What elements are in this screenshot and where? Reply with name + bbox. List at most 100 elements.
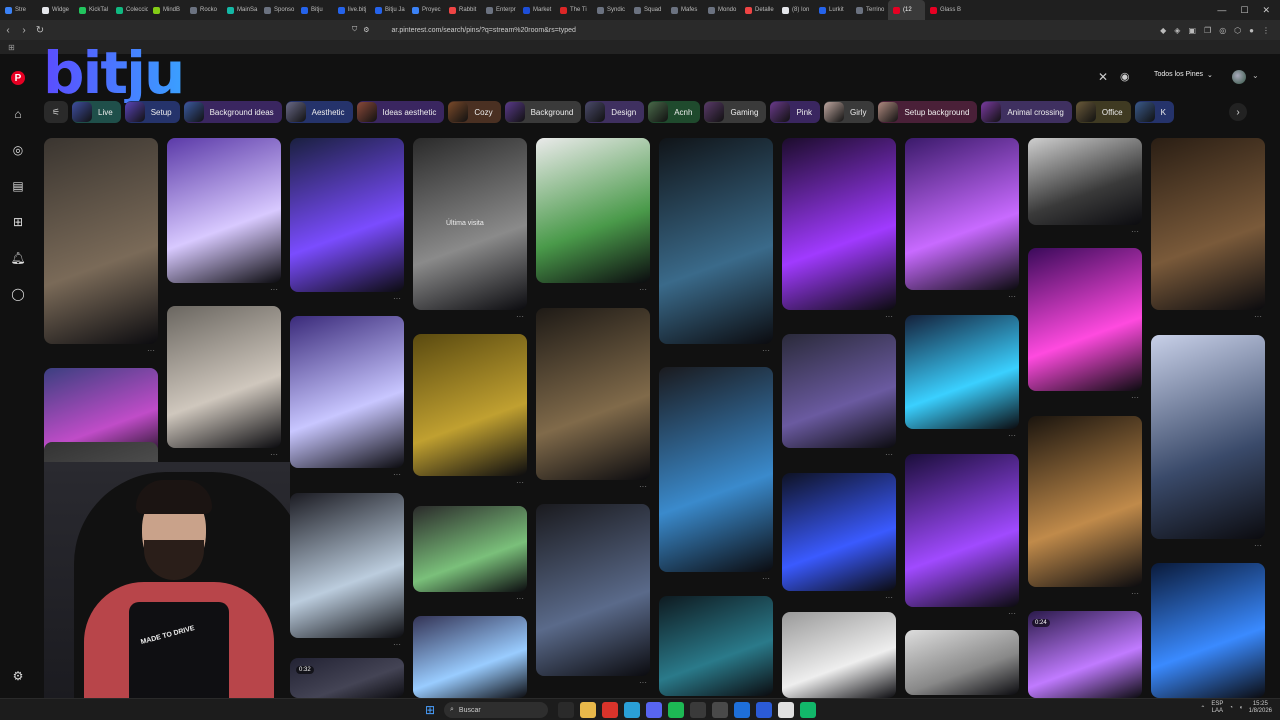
pin-more-icon[interactable]: ···: [1131, 227, 1139, 236]
extension-icon[interactable]: ◎: [1219, 26, 1226, 35]
browser-tab[interactable]: Sponso: [259, 0, 296, 20]
pin-image[interactable]: [167, 138, 281, 283]
guide-chip[interactable]: Background: [504, 101, 582, 123]
guide-chip[interactable]: Gaming: [704, 101, 767, 123]
pin-image[interactable]: [1028, 138, 1142, 225]
browser-tab[interactable]: Widge: [37, 0, 74, 20]
pin-more-icon[interactable]: ···: [639, 678, 647, 687]
app-icon[interactable]: [712, 702, 728, 718]
avatar[interactable]: [1232, 70, 1246, 84]
notifications-icon[interactable]: 🔔︎: [10, 250, 26, 266]
pin-image[interactable]: [290, 493, 404, 638]
filter-icon[interactable]: ⚟: [44, 101, 68, 123]
pin-image[interactable]: [659, 596, 773, 696]
pin-more-icon[interactable]: ···: [147, 346, 155, 355]
browser-tab[interactable]: Market: [518, 0, 555, 20]
site-info-icon[interactable]: ⚙: [363, 26, 369, 34]
pin-more-icon[interactable]: ···: [1131, 393, 1139, 402]
pin-image[interactable]: [413, 506, 527, 592]
browser-tab[interactable]: Terrino: [851, 0, 888, 20]
clear-search-icon[interactable]: ✕: [1098, 70, 1108, 84]
messages-icon[interactable]: ◯: [10, 286, 26, 302]
pin-image[interactable]: [905, 454, 1019, 607]
menu-icon[interactable]: ⋮: [1262, 26, 1270, 35]
browser-tab[interactable]: Mafes: [666, 0, 703, 20]
app-icon[interactable]: [756, 702, 772, 718]
extension-icon[interactable]: ◈: [1174, 26, 1180, 35]
guide-chip[interactable]: Ideas aesthetic: [356, 101, 445, 123]
pin-image[interactable]: [413, 334, 527, 476]
telegram-icon[interactable]: [624, 702, 640, 718]
guide-chip[interactable]: Setup background: [878, 101, 978, 123]
pin-more-icon[interactable]: ···: [639, 285, 647, 294]
reload-icon[interactable]: ↻: [32, 25, 48, 36]
app-icon[interactable]: [778, 702, 794, 718]
clock[interactable]: 15:25 1/8/2026: [1249, 701, 1272, 715]
pin-more-icon[interactable]: ···: [762, 574, 770, 583]
pin-more-icon[interactable]: ···: [270, 285, 278, 294]
account-chevron-icon[interactable]: ⌄: [1252, 71, 1259, 80]
pin-more-icon[interactable]: ···: [393, 294, 401, 303]
guide-chip[interactable]: Setup: [124, 101, 180, 123]
browser-tab[interactable]: live.bitj: [333, 0, 370, 20]
pin-more-icon[interactable]: ···: [885, 450, 893, 459]
guide-chip[interactable]: Pink: [770, 101, 821, 123]
browser-tab[interactable]: Stre: [0, 0, 37, 20]
pin-more-icon[interactable]: ···: [393, 470, 401, 479]
browser-tab[interactable]: Detalle: [740, 0, 777, 20]
browser-tab[interactable]: Coleccio: [111, 0, 148, 20]
guide-chip[interactable]: Live: [72, 101, 121, 123]
pin-more-icon[interactable]: ···: [885, 312, 893, 321]
guide-chip[interactable]: Aesthetic: [285, 101, 353, 123]
pin-image[interactable]: [290, 138, 404, 292]
pin-more-icon[interactable]: ···: [1254, 541, 1262, 550]
extension-icon[interactable]: ◆: [1160, 26, 1166, 35]
settings-icon[interactable]: ⚙: [10, 668, 26, 684]
guide-chip[interactable]: K: [1134, 101, 1174, 123]
browser-tab[interactable]: Squad: [629, 0, 666, 20]
browser-tab[interactable]: Bitju: [296, 0, 333, 20]
file-explorer-icon[interactable]: [580, 702, 596, 718]
pin-image[interactable]: [905, 630, 1019, 695]
pin-image[interactable]: [905, 138, 1019, 290]
pin-filter-dropdown[interactable]: Todos los Pines ⌄: [1154, 71, 1213, 79]
guide-chip[interactable]: Animal crossing: [981, 101, 1072, 123]
browser-tab[interactable]: Rocko: [185, 0, 222, 20]
create-icon[interactable]: ⊞: [10, 214, 26, 230]
url-text[interactable]: ar.pinterest.com/search/pins/?q=stream%2…: [392, 27, 576, 34]
wifi-icon[interactable]: ◔: [1229, 705, 1233, 711]
browser-tab[interactable]: KickTal: [74, 0, 111, 20]
pin-image[interactable]: [659, 367, 773, 572]
pin-more-icon[interactable]: ···: [516, 478, 524, 487]
tray-chevron-icon[interactable]: ⌃: [1200, 705, 1205, 712]
pinterest-logo-icon[interactable]: P: [11, 71, 25, 85]
pin-image[interactable]: [413, 616, 527, 698]
pin-image[interactable]: [536, 138, 650, 283]
app-icon[interactable]: [734, 702, 750, 718]
back-icon[interactable]: ‹: [0, 25, 16, 36]
forward-icon[interactable]: ›: [16, 25, 32, 36]
pin-more-icon[interactable]: ···: [516, 594, 524, 603]
browser-tab[interactable]: Glass B: [925, 0, 962, 20]
address-bar[interactable]: ⛉ ⚙ ar.pinterest.com/search/pins/?q=stre…: [352, 23, 912, 37]
extension-icon[interactable]: ⬡: [1234, 26, 1241, 35]
apps-grid-icon[interactable]: ⊞: [8, 43, 15, 52]
pin-image[interactable]: [536, 504, 650, 676]
pin-more-icon[interactable]: ···: [639, 482, 647, 491]
app-icon[interactable]: [800, 702, 816, 718]
pin-image[interactable]: [167, 306, 281, 448]
pin-image[interactable]: [1151, 335, 1265, 539]
guide-chip[interactable]: Background ideas: [183, 101, 282, 123]
browser-tab[interactable]: Bitju Ja: [370, 0, 407, 20]
pin-image[interactable]: [44, 138, 158, 344]
browser-tab[interactable]: Lurkit: [814, 0, 851, 20]
bookmark-icon[interactable]: ⛉: [352, 26, 357, 34]
pin-image[interactable]: [1151, 563, 1265, 698]
pin-image[interactable]: [290, 658, 404, 698]
pin-image[interactable]: [905, 315, 1019, 429]
pin-more-icon[interactable]: ···: [270, 450, 278, 459]
task-view-icon[interactable]: [558, 702, 574, 718]
pin-image[interactable]: [659, 138, 773, 344]
pin-image[interactable]: [782, 138, 896, 310]
pin-image[interactable]: [782, 334, 896, 448]
